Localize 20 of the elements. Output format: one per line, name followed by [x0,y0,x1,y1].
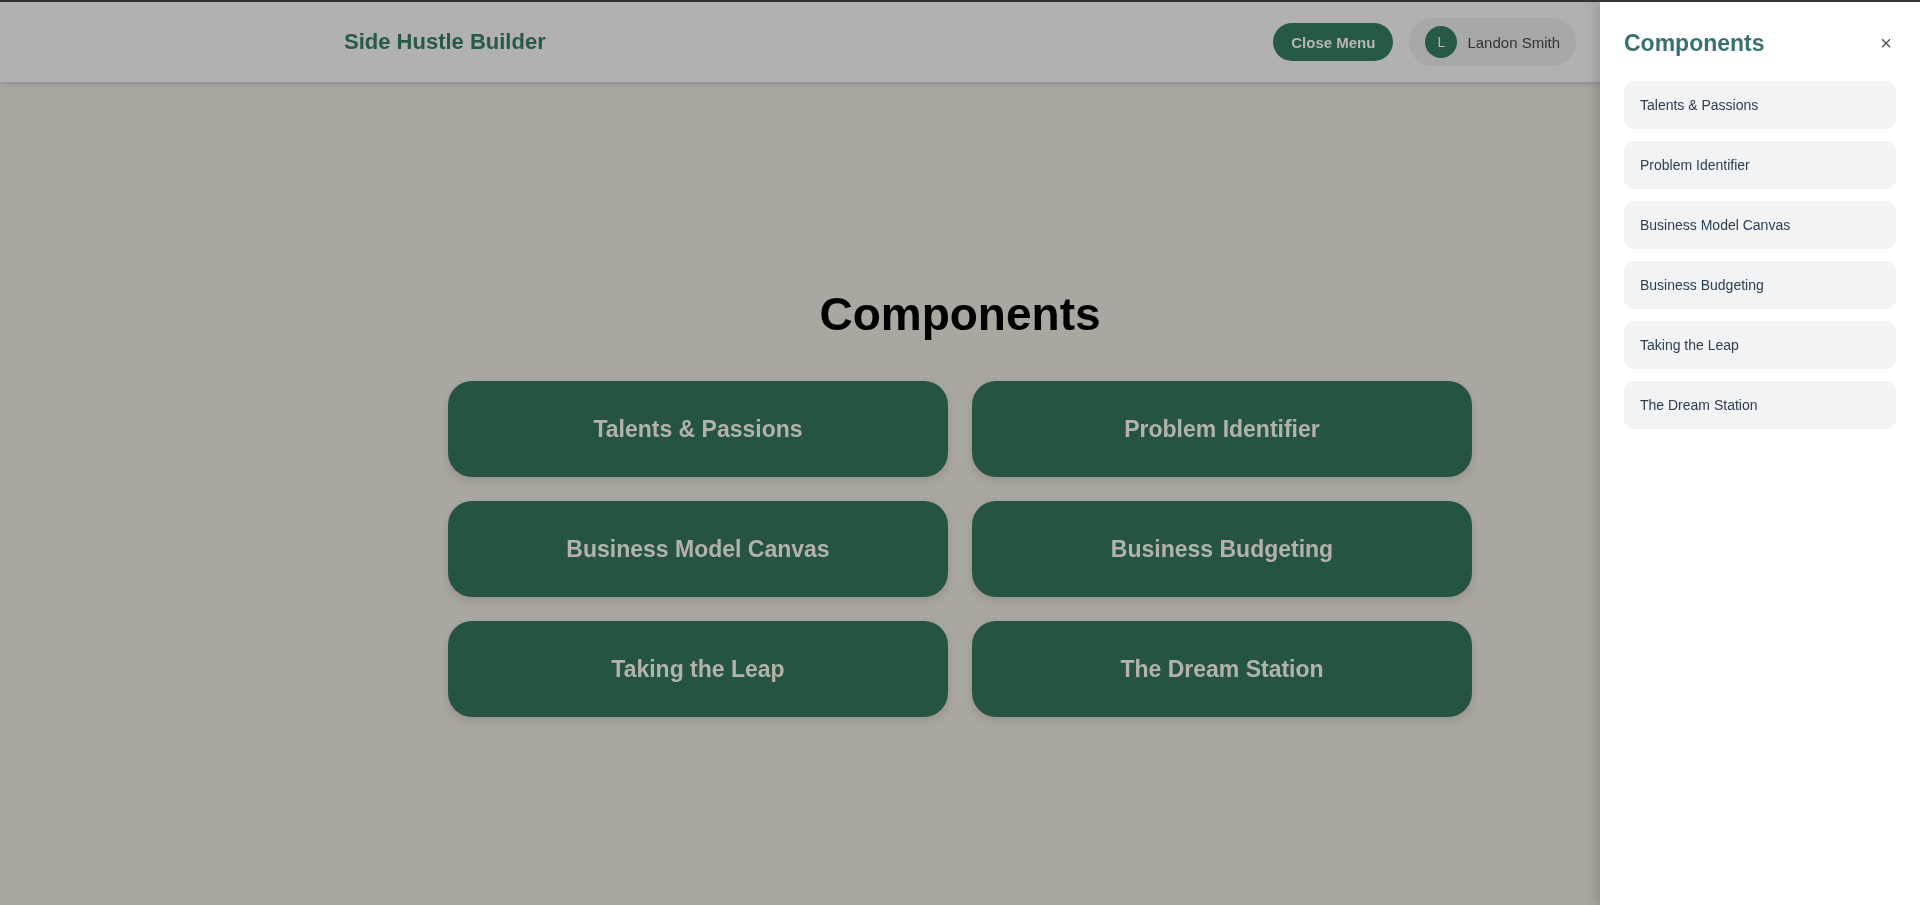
user-name: Landon Smith [1467,33,1560,51]
menu-item[interactable]: Business Budgeting [1624,261,1896,309]
menu-item[interactable]: Taking the Leap [1624,321,1896,369]
component-card[interactable]: Business Budgeting [972,501,1472,597]
menu-item[interactable]: Talents & Passions [1624,81,1896,129]
component-card[interactable]: Talents & Passions [448,381,948,477]
close-menu-button[interactable]: Close Menu [1273,23,1394,61]
component-card[interactable]: Problem Identifier [972,381,1472,477]
app-title: Side Hustle Builder [344,29,547,55]
component-card[interactable]: The Dream Station [972,621,1472,717]
close-button[interactable]: × [1876,32,1896,55]
page-heading: Components [819,287,1101,341]
user-avatar: L [1425,26,1458,58]
panel-title: Components [1624,30,1765,57]
user-profile-button[interactable]: L Landon Smith [1409,18,1576,66]
menu-item[interactable]: Problem Identifier [1624,141,1896,189]
component-card[interactable]: Taking the Leap [448,621,948,717]
component-card[interactable]: Business Model Canvas [448,501,948,597]
menu-item[interactable]: The Dream Station [1624,381,1896,429]
menu-item[interactable]: Business Model Canvas [1624,201,1896,249]
